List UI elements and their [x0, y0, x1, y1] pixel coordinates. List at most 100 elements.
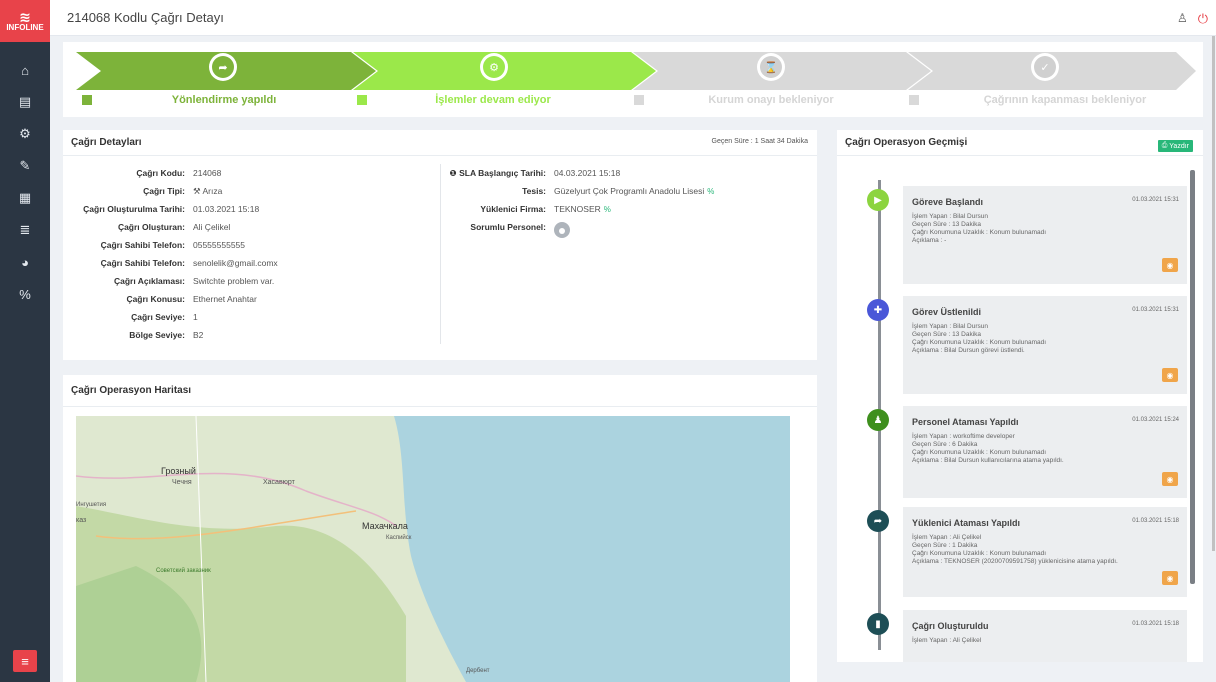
timeline-item-details: İşlem Yapan : Ali Çelikel Geçen Süre : 1 … [912, 534, 1118, 566]
map-label: Каспийск [386, 535, 412, 541]
timeline-item-date: 01.03.2021 15:18 [1132, 621, 1179, 627]
detail-row: Bölge Seviye: B2 [63, 326, 278, 344]
timeline-item-date: 01.03.2021 15:18 [1132, 518, 1179, 524]
timeline-item: Çağrı Oluşturuldu 01.03.2021 15:18 İşlem Y… [903, 610, 1187, 662]
detail-row: Çağrı Konusu: Ethernet Anahtar [63, 290, 278, 308]
detail-row: Çağrı Oluşturulma Tarihi: 01.03.2021 15:1… [63, 200, 278, 218]
hourglass-icon: ⌛ [760, 56, 782, 78]
detail-key: Çağrı Kodu: [136, 168, 185, 178]
map-label: Дербент [466, 668, 490, 674]
detail-key: Çağrı Konusu: [126, 294, 185, 304]
map-label: Хасавюрт [263, 479, 295, 486]
step-1-marker [82, 95, 92, 105]
play-icon: ▶ [867, 189, 889, 211]
timeline-item: Görev Üstlenildi 01.03.2021 15:31 İşlem Ya… [903, 296, 1187, 394]
detail-key: Çağrı Sahibi Telefon: [100, 240, 185, 250]
contractor-value: TEKNOSER [554, 204, 601, 214]
view-button[interactable]: ◉ [1162, 258, 1178, 272]
sidebar-menu: ⌂ ▤ ⚙ ✎ ▦ ≣ ◕% [0, 54, 50, 310]
page-scrollbar[interactable] [1212, 36, 1215, 551]
logo-wing-icon: ≋ [19, 8, 31, 25]
detail-value: B2 [193, 330, 204, 340]
timeline-detail-line: Geçen Süre : 13 Dakika [912, 331, 982, 338]
document-icon[interactable]: ▤ [0, 86, 50, 118]
timeline-detail-line: Açıklama : Bilal Dursun kullanıcılarına … [912, 457, 1064, 464]
timeline-item: Personel Ataması Yapıldı 01.03.2021 15:24… [903, 406, 1187, 498]
database-icon[interactable]: ≣ [0, 214, 50, 246]
map-background [76, 416, 790, 682]
timeline-item-details: İşlem Yapan : Ali Çelikel [912, 637, 981, 645]
detail-key: Çağrı Oluşturan: [117, 222, 185, 232]
map-label: каз [76, 517, 87, 524]
map-card: Çağrı Operasyon Haritası Грозный Чечня Х… [63, 375, 817, 682]
cogs-icon[interactable]: ⚙ [0, 118, 50, 150]
page-title: 214068 Kodlu Çağrı Detayı [67, 10, 224, 25]
timeline-detail-line: Açıklama : - [912, 237, 947, 244]
timeline-detail-line: İşlem Yapan : Ali Çelikel [912, 637, 982, 644]
timeline-item-title: Personel Ataması Yapıldı [912, 417, 1019, 427]
detail-value: 01.03.2021 15:18 [193, 204, 260, 214]
logout-icon[interactable]: ⏻ [1198, 11, 1208, 27]
view-button[interactable]: ◉ [1162, 571, 1178, 585]
print-button[interactable]: ⎙ Yazdır [1157, 140, 1193, 152]
timeline-detail-line: Çağrı Konumuna Uzaklık : Konum bulunamad… [912, 449, 1047, 456]
view-button[interactable]: ◉ [1162, 368, 1178, 382]
history-scrollbar[interactable] [1190, 170, 1195, 584]
facility-label: Tesis: [522, 186, 546, 196]
timeline-detail-line: Açıklama : TEKNOSER (20200709591758) yük… [912, 558, 1118, 565]
step-2-label: İşlemler devam ediyor [435, 94, 551, 106]
timeline-detail-line: Çağrı Konumuna Uzaklık : Konum bulunamad… [912, 229, 1047, 236]
timeline-item-title: Göreve Başlandı [912, 197, 984, 207]
users-icon: ♟ [867, 409, 889, 431]
clipboard-icon[interactable]: ▦ [0, 182, 50, 214]
logo-text: INFOLINE [6, 22, 44, 32]
detail-row: Çağrı Seviye: 1 [63, 308, 278, 326]
share-icon: ➦ [212, 56, 234, 78]
progress-steps: ➦ ⚙ ⌛ ✓ Yönlendirme yapıldı İşlemler dev… [63, 42, 1203, 117]
history-title: Çağrı Operasyon Geçmişi [845, 137, 968, 148]
operation-map[interactable]: Грозный Чечня Хасавюрт Махачкала Каспийс… [76, 416, 790, 682]
detail-value: ⚒ Arıza [193, 185, 223, 196]
detail-key: Çağrı Sahibi Telefon: [100, 258, 185, 268]
timeline-item-date: 01.03.2021 15:31 [1132, 307, 1179, 313]
step-4-icon: ✓ [1031, 53, 1059, 81]
map-header: Çağrı Operasyon Haritası [63, 375, 817, 407]
timeline-item-details: İşlem Yapan : workoftime developer Geçen … [912, 433, 1064, 465]
timeline-detail-line: İşlem Yapan : Bilal Dursun [912, 323, 988, 330]
menu-toggle-button[interactable]: ≡ [13, 650, 37, 672]
map-title: Çağrı Operasyon Haritası [71, 385, 192, 396]
sla-start-value: 04.03.2021 15:18 [554, 168, 621, 178]
timeline-detail-line: Geçen Süre : 6 Dakika [912, 441, 978, 448]
link-icon[interactable]: % [604, 205, 611, 214]
step-2-marker [357, 95, 367, 105]
view-button[interactable]: ◉ [1162, 472, 1178, 486]
home-icon[interactable]: ⌂ [0, 54, 50, 86]
user-icon[interactable]: ♙ [1177, 11, 1188, 27]
pie-chart-icon[interactable]: ◕ [0, 246, 50, 278]
step-4-marker [909, 95, 919, 105]
detail-row: Çağrı Kodu: 214068 [63, 164, 278, 182]
sitemap-icon[interactable]: % [0, 278, 50, 310]
step-2-icon: ⚙ [480, 53, 508, 81]
map-label: Грозный [161, 466, 196, 476]
step-3-marker [634, 95, 644, 105]
link-icon[interactable]: % [707, 187, 714, 196]
detail-value: Switchte problem var. [193, 276, 275, 286]
map-label: Чечня [172, 479, 192, 486]
share-icon: ➦ [867, 510, 889, 532]
wrench-icon[interactable]: ✎ [0, 150, 50, 182]
detail-key: Çağrı Tipi: [143, 186, 185, 196]
print-label: Yazdır [1169, 142, 1189, 150]
elapsed-time: Geçen Süre : 1 Saat 34 Dakika [711, 138, 809, 145]
avatar[interactable] [554, 222, 570, 238]
step-4-label: Çağrının kapanması bekleniyor [983, 94, 1147, 106]
timeline-detail-line: Geçen Süre : 1 Dakika [912, 542, 978, 549]
detail-key: Çağrı Seviye: [131, 312, 185, 322]
app-logo[interactable]: ≋ INFOLINE [0, 0, 50, 42]
timeline-detail-line: Geçen Süre : 13 Dakika [912, 221, 982, 228]
timeline-item-details: İşlem Yapan : Bilal Dursun Geçen Süre : 1… [912, 323, 1046, 355]
timeline-detail-line: Çağrı Konumuna Uzaklık : Konum bulunamad… [912, 550, 1047, 557]
timeline-item-date: 01.03.2021 15:24 [1132, 417, 1179, 423]
timeline-item: Yüklenici Ataması Yapıldı 01.03.2021 15:1… [903, 507, 1187, 597]
map-label: Советский заказник [156, 568, 211, 574]
